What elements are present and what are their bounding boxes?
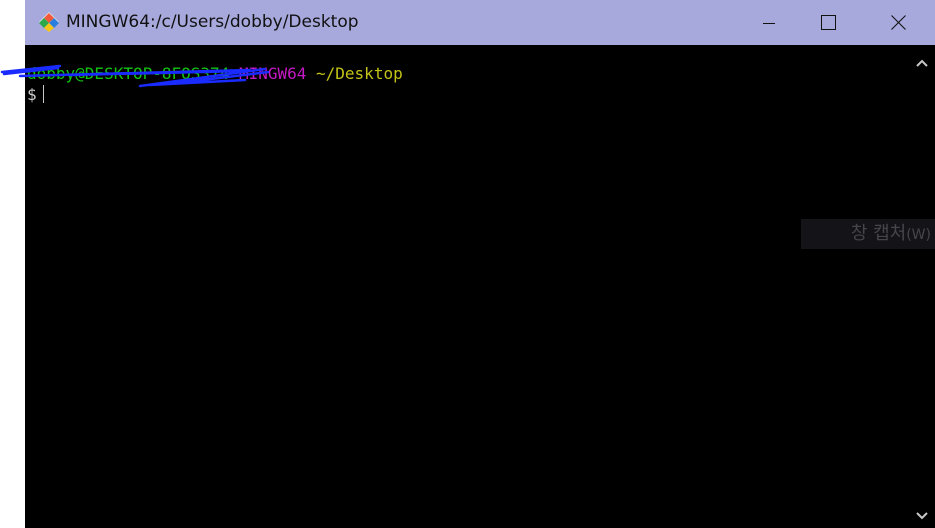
tooltip-text: 창 캡처 [850,223,907,244]
tooltip-shortcut: (W) [906,227,931,243]
maximize-button[interactable] [805,0,851,45]
title-bar[interactable]: MINGW64:/c/Users/dobby/Desktop [25,0,935,45]
chevron-up-icon [916,52,928,71]
prompt-system: MINGW64 [238,64,307,83]
text-cursor [42,85,44,103]
prompt-path: ~/Desktop [316,64,403,83]
input-line[interactable]: $ [27,85,44,105]
minimize-button[interactable] [746,0,792,45]
prompt-symbol: $ [27,85,37,104]
prompt-line: dobby@DESKTOP-8FOS374 MINGW64 ~/Desktop [27,64,403,84]
terminal-window: MINGW64:/c/Users/dobby/Desktop dobby@DES… [25,0,935,528]
scroll-up-button[interactable] [909,50,935,72]
scroll-down-button[interactable] [909,503,935,525]
git-bash-diamond-icon[interactable] [38,11,60,33]
window-title: MINGW64:/c/Users/dobby/Desktop [66,12,359,32]
capture-tooltip: 창 캡처(W) [801,219,935,249]
terminal-area[interactable]: dobby@DESKTOP-8FOS374 MINGW64 ~/Desktop … [25,45,909,528]
close-icon [890,15,906,30]
close-button[interactable] [875,0,921,45]
maximize-icon [820,15,836,30]
chevron-down-icon [916,505,928,524]
minimize-icon [762,16,776,30]
prompt-user-host: dobby@DESKTOP-8FOS374 [27,64,230,83]
vertical-scrollbar[interactable] [909,45,935,528]
